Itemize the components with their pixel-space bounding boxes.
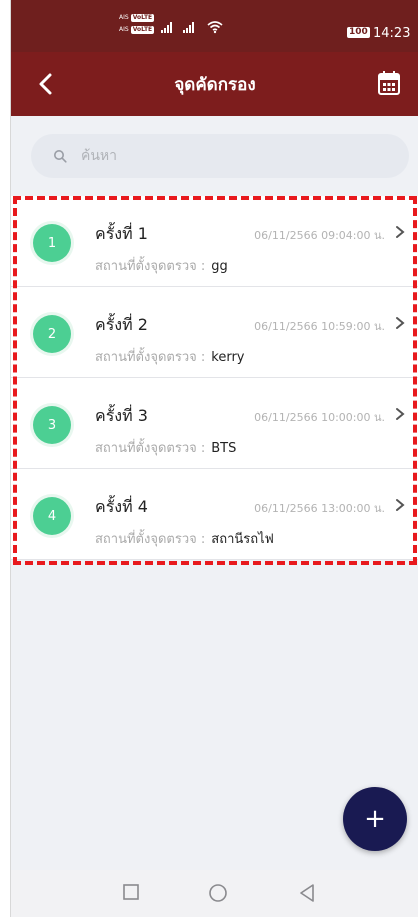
item-number-badge: 1 — [33, 224, 71, 262]
home-icon[interactable] — [207, 882, 229, 904]
list-item[interactable]: 3 ครั้งที่ 3 06/11/2566 10:00:00 น. สถาน… — [11, 378, 418, 469]
phone-screen: AIS VoLTE AIS VoLTE 100 14:23 จุดคัดกรอง… — [10, 0, 418, 917]
item-title: ครั้งที่ 2 — [95, 315, 148, 334]
page-title: จุดคัดกรอง — [174, 74, 256, 95]
signal-icon — [183, 22, 194, 33]
app-header: จุดคัดกรอง — [11, 52, 418, 116]
item-location: สถานที่ตั้งจุดตรวจ : kerry — [95, 346, 244, 367]
signal-icon — [161, 22, 172, 33]
item-title: ครั้งที่ 3 — [95, 406, 148, 425]
status-bar: AIS VoLTE AIS VoLTE 100 14:23 — [11, 0, 418, 52]
item-number-badge: 3 — [33, 406, 71, 444]
chevron-right-icon — [396, 499, 405, 511]
screening-list: 1 ครั้งที่ 1 06/11/2566 09:04:00 น. สถาน… — [11, 196, 418, 560]
location-label: สถานที่ตั้งจุดตรวจ : — [95, 259, 206, 274]
list-item[interactable]: 2 ครั้งที่ 2 06/11/2566 10:59:00 น. สถาน… — [11, 287, 418, 378]
location-label: สถานที่ตั้งจุดตรวจ : — [95, 350, 206, 365]
sim-indicators: AIS VoLTE AIS VoLTE — [119, 12, 155, 36]
search-input[interactable] — [81, 148, 361, 164]
chevron-right-icon — [396, 317, 405, 329]
network-badge: VoLTE — [130, 26, 155, 34]
wifi-icon — [207, 21, 223, 34]
item-title: ครั้งที่ 4 — [95, 497, 148, 516]
list-item[interactable]: 1 ครั้งที่ 1 06/11/2566 09:04:00 น. สถาน… — [11, 196, 418, 287]
calendar-icon[interactable] — [377, 70, 401, 96]
item-number-badge: 4 — [33, 497, 71, 535]
chevron-right-icon — [396, 408, 405, 420]
location-value: BTS — [211, 441, 237, 456]
item-datetime: 06/11/2566 10:00:00 น. — [254, 411, 385, 424]
carrier-label: AIS — [119, 26, 129, 33]
chevron-left-icon[interactable] — [33, 70, 61, 98]
item-number-badge: 2 — [33, 315, 71, 353]
location-label: สถานที่ตั้งจุดตรวจ : — [95, 532, 206, 547]
item-location: สถานที่ตั้งจุดตรวจ : BTS — [95, 437, 236, 458]
network-badge: VoLTE — [130, 14, 155, 22]
list-item[interactable]: 4 ครั้งที่ 4 06/11/2566 13:00:00 น. สถาน… — [11, 469, 418, 560]
item-datetime: 06/11/2566 13:00:00 น. — [254, 502, 385, 515]
item-location: สถานที่ตั้งจุดตรวจ : gg — [95, 255, 228, 276]
location-value: kerry — [211, 350, 245, 365]
location-value: gg — [211, 259, 228, 274]
carrier-label: AIS — [119, 14, 129, 21]
location-value: สถานีรถไฟ — [211, 532, 274, 547]
item-title: ครั้งที่ 1 — [95, 224, 148, 243]
search-bar — [31, 134, 409, 178]
recent-apps-icon[interactable] — [121, 882, 141, 902]
item-datetime: 06/11/2566 10:59:00 น. — [254, 320, 385, 333]
search-icon — [54, 150, 67, 163]
battery-icon: 100 — [347, 27, 370, 38]
location-label: สถานที่ตั้งจุดตรวจ : — [95, 441, 206, 456]
item-datetime: 06/11/2566 09:04:00 น. — [254, 229, 385, 242]
item-location: สถานที่ตั้งจุดตรวจ : สถานีรถไฟ — [95, 528, 274, 549]
chevron-right-icon — [396, 226, 405, 238]
add-button[interactable]: + — [343, 787, 407, 851]
status-time: 14:23 — [373, 26, 411, 41]
back-nav-icon[interactable] — [297, 882, 317, 904]
navigation-bar — [11, 870, 418, 917]
